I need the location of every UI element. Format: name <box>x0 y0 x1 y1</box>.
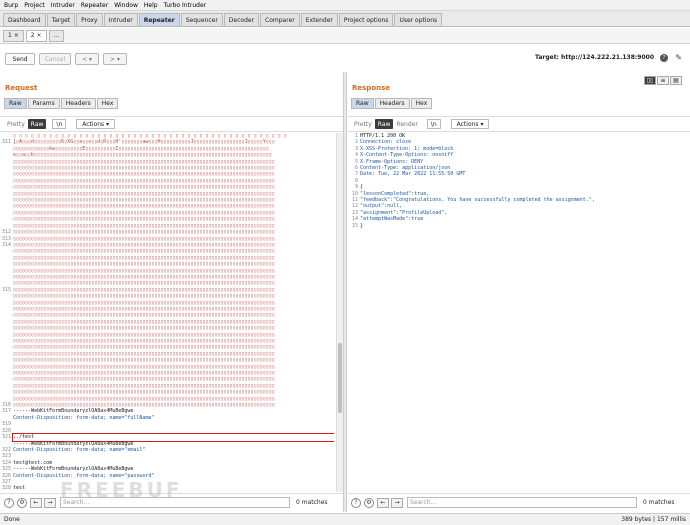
response-newline-toggle[interactable]: \n <box>426 119 441 129</box>
send-button[interactable]: Send <box>5 53 35 65</box>
tab-user-options[interactable]: User options <box>394 13 443 26</box>
request-tab-raw[interactable]: Raw <box>4 98 27 109</box>
response-tab-raw[interactable]: Raw <box>351 98 374 109</box>
tab-project-options[interactable]: Project options <box>338 13 394 26</box>
line-number: 15 <box>351 222 358 229</box>
tool-tabs: Dashboard Target Proxy Intruder Repeater Sequ… <box>0 11 690 27</box>
response-tabs: Raw Headers Hex <box>351 98 433 109</box>
code-line: 15} <box>347 223 681 229</box>
status-text: Done <box>4 516 20 523</box>
tab-proxy[interactable]: Proxy <box>76 13 103 26</box>
response-stats: 389 bytes | 157 millis <box>621 516 686 523</box>
request-match-count: 0 matches <box>296 499 328 506</box>
repeater-tab-1[interactable]: 1 × <box>3 29 24 42</box>
next-match-icon[interactable]: → <box>391 497 403 508</box>
response-raw-button[interactable]: Raw <box>374 119 394 129</box>
back-button[interactable]: < ▾ <box>75 53 99 65</box>
tab-decoder[interactable]: Decoder <box>223 13 260 26</box>
menu-help[interactable]: Help <box>144 2 158 9</box>
repeater-tab-3[interactable]: ... <box>48 29 65 42</box>
previous-match-icon[interactable]: ← <box>30 497 42 508</box>
request-view-bar: Pretty Raw \n Actions ▾ <box>0 116 343 132</box>
settings-gear-icon[interactable]: ⚙ <box>364 497 374 508</box>
tab-comparer[interactable]: Comparer <box>260 13 300 26</box>
help-icon[interactable]: ? <box>4 497 14 508</box>
response-search-bar: ? ⚙ ← → Search... 0 matches <box>347 493 690 511</box>
forward-button[interactable]: > ▾ <box>103 53 127 65</box>
menubar: Burp Project Intruder Repeater Window Help Tur… <box>0 0 690 11</box>
scroll-thumb[interactable] <box>338 343 342 413</box>
tab-sequencer[interactable]: Sequencer <box>180 13 223 26</box>
tab-intruder[interactable]: Intruder <box>103 13 138 26</box>
response-tab-hex[interactable]: Hex <box>410 98 433 109</box>
response-tab-headers[interactable]: Headers <box>374 98 410 109</box>
freebuf-watermark: FREEBUF <box>60 478 183 502</box>
menu-turbo-intruder[interactable]: Turbo Intruder <box>164 2 207 9</box>
request-pretty-button[interactable]: Pretty <box>4 119 28 129</box>
settings-gear-icon[interactable]: ⚙ <box>17 497 27 508</box>
previous-match-icon[interactable]: ← <box>377 497 389 508</box>
tab-extender[interactable]: Extender <box>300 13 338 26</box>
menu-project[interactable]: Project <box>24 2 45 9</box>
menu-burp[interactable]: Burp <box>4 2 18 9</box>
menu-repeater[interactable]: Repeater <box>81 2 108 9</box>
request-tab-params[interactable]: Params <box>27 98 60 109</box>
tab-repeater[interactable]: Repeater <box>138 13 180 26</box>
response-title: Response <box>352 84 391 92</box>
repeater-toolbar: Send Cancel < ▾ > ▾ Target: http://124.2… <box>0 49 690 69</box>
response-match-count: 0 matches <box>643 499 675 506</box>
request-newline-toggle[interactable]: \n <box>52 119 67 129</box>
next-match-icon[interactable]: → <box>44 497 56 508</box>
repeater-tab-2[interactable]: 2 × <box>25 29 47 42</box>
request-tab-headers[interactable]: Headers <box>60 98 96 109</box>
cancel-button[interactable]: Cancel <box>39 53 71 65</box>
request-raw-button[interactable]: Raw <box>27 119 47 129</box>
request-actions-menu[interactable]: Actions ▾ <box>76 119 116 129</box>
response-editor[interactable]: 1 HTTP/1.1 200 OK 2 Connection: close 3 X-XSS… <box>347 133 681 492</box>
target-label: Target: http://124.222.21.138:9000 <box>535 54 654 61</box>
request-tab-hex[interactable]: Hex <box>96 98 119 109</box>
request-scrollbar[interactable] <box>336 133 343 492</box>
status-bar: Done 389 bytes | 157 millis <box>0 513 690 525</box>
request-tabs: Raw Params Headers Hex <box>4 98 119 109</box>
response-pane: Response Raw Headers Hex Pretty Raw Rend… <box>347 78 690 511</box>
help-icon[interactable]: ? <box>351 497 361 508</box>
response-view-bar: Pretty Raw Render \n Actions ▾ <box>347 116 690 132</box>
request-editor[interactable]: ▯ ▯ ▯ ▯ ▯ ▯ ▯ ▯ ▯ ▯ ▯ ▯ ▯ ▯ ▯ ▯ ▯ ▯ ▯ ▯ … <box>0 133 334 492</box>
response-actions-menu[interactable]: Actions ▾ <box>450 119 490 129</box>
response-pretty-button[interactable]: Pretty <box>351 119 375 129</box>
repeater-tabs: 1 × 2 ×... <box>0 28 690 44</box>
response-render-button[interactable]: Render <box>393 119 420 129</box>
tab-dashboard[interactable]: Dashboard <box>3 13 46 26</box>
request-title: Request <box>5 84 38 92</box>
tab-target[interactable]: Target <box>46 13 76 26</box>
line-text: } <box>360 222 364 229</box>
request-pane: Request Raw Params Headers Hex Pretty Ra… <box>0 78 343 511</box>
menu-window[interactable]: Window <box>114 2 138 9</box>
menu-intruder[interactable]: Intruder <box>51 2 75 9</box>
help-icon[interactable]: ? <box>660 54 668 62</box>
edit-target-icon[interactable]: ✎ <box>675 53 682 62</box>
response-search-input[interactable]: Search... <box>407 497 637 508</box>
